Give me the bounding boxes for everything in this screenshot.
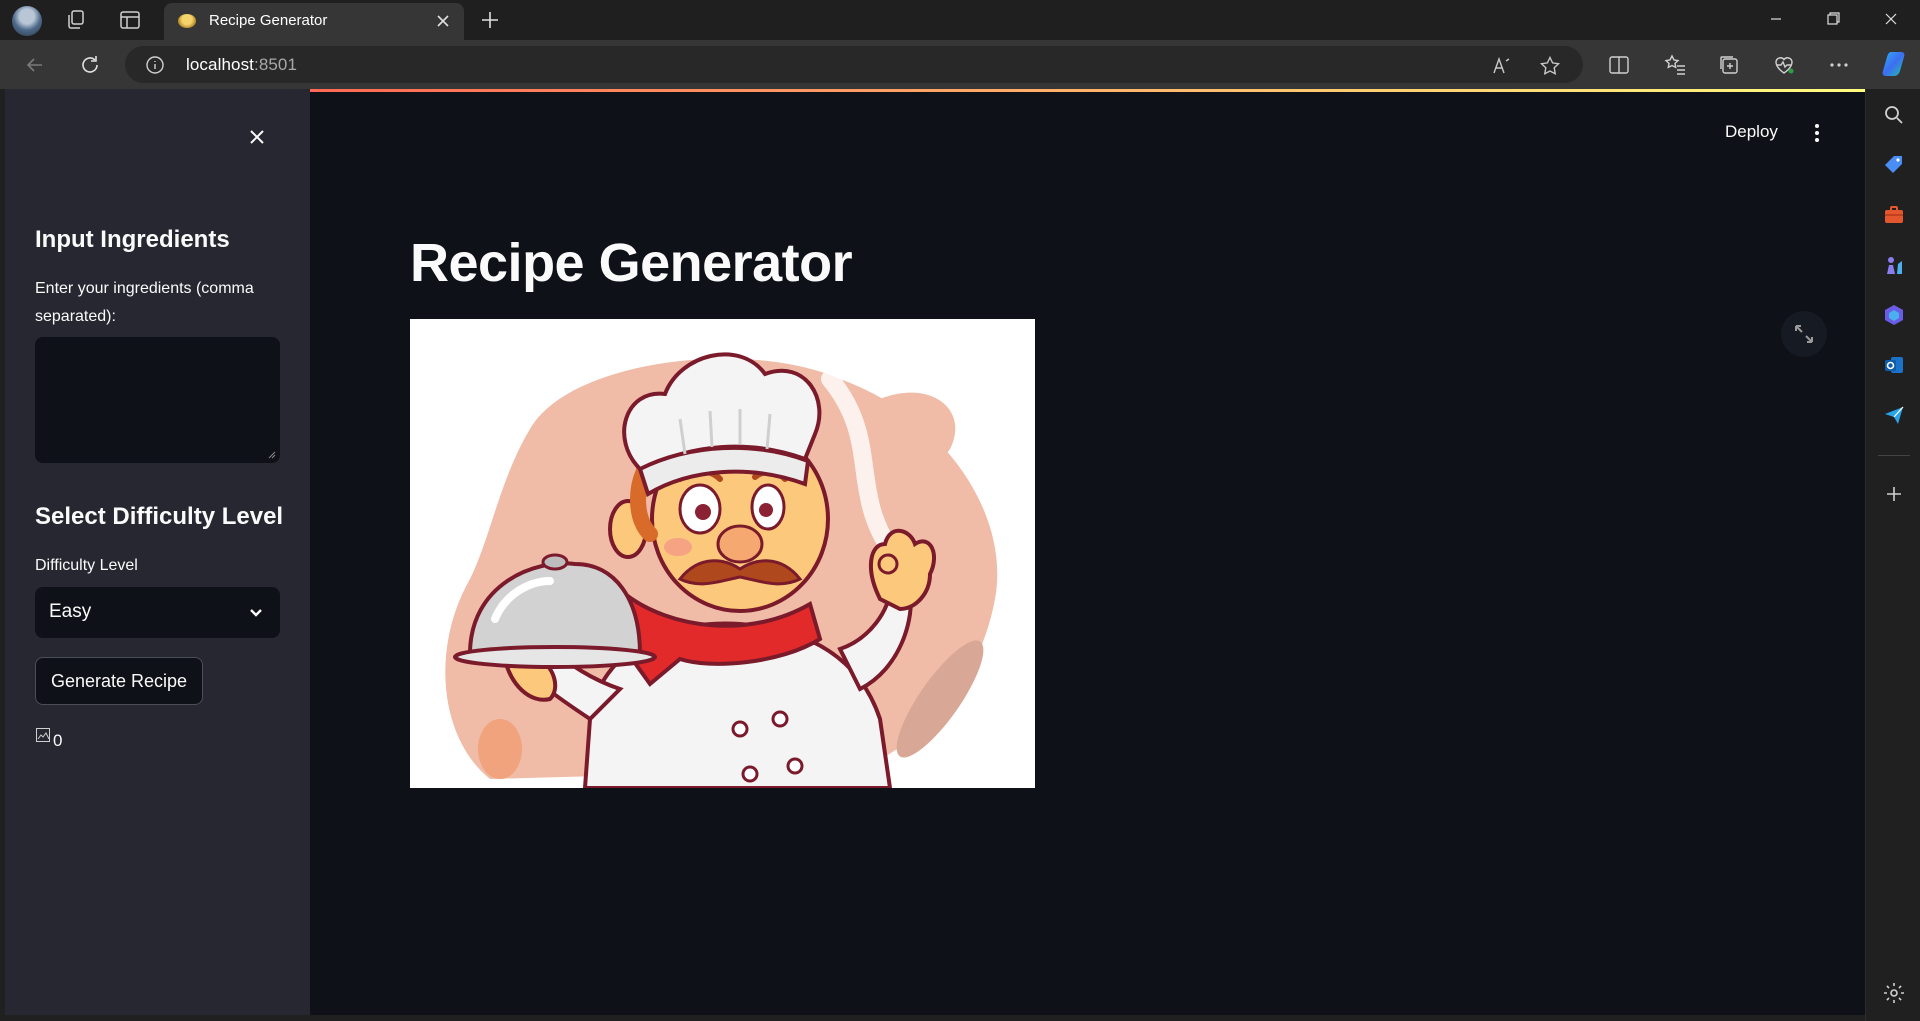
workspaces-icon[interactable] — [64, 8, 88, 32]
sidebar: Input Ingredients Enter your ingredients… — [5, 89, 310, 1015]
broken-image-icon — [36, 728, 50, 742]
main-menu-icon[interactable] — [1805, 121, 1829, 145]
search-icon[interactable] — [1882, 103, 1906, 127]
edge-sidebar — [1865, 89, 1920, 1021]
settings-gear-icon[interactable] — [1882, 981, 1906, 1005]
tab-actions-icon[interactable] — [118, 8, 142, 32]
site-info-icon[interactable] — [145, 55, 165, 75]
sidebar-divider — [1878, 455, 1910, 456]
shopping-tag-icon[interactable] — [1882, 153, 1906, 177]
read-aloud-icon[interactable] — [1491, 55, 1513, 77]
broken-image: 0 — [35, 727, 75, 753]
difficulty-selected-value: Easy — [49, 601, 92, 622]
refresh-icon[interactable] — [77, 52, 103, 78]
collections-icon[interactable] — [1716, 52, 1742, 78]
restore-icon[interactable] — [1818, 6, 1848, 32]
send-telegram-icon[interactable] — [1882, 403, 1906, 427]
close-tab-icon[interactable] — [434, 12, 452, 30]
split-screen-icon[interactable] — [1606, 52, 1632, 78]
ingredients-textarea[interactable] — [35, 337, 280, 463]
back-icon[interactable] — [22, 52, 48, 78]
games-chess-icon[interactable] — [1882, 253, 1906, 277]
chevron-down-icon — [250, 609, 262, 617]
favorites-icon[interactable] — [1662, 52, 1688, 78]
fullscreen-expand-icon — [1795, 325, 1813, 343]
tab-recipe-generator[interactable]: Recipe Generator — [164, 3, 464, 40]
minimize-icon[interactable] — [1761, 6, 1791, 32]
tools-briefcase-icon[interactable] — [1882, 203, 1906, 227]
generate-recipe-button[interactable]: Generate Recipe — [35, 657, 203, 705]
fullscreen-button[interactable] — [1781, 311, 1827, 357]
close-sidebar-icon[interactable] — [245, 125, 269, 149]
difficulty-select[interactable]: Easy — [35, 587, 280, 638]
new-tab-icon[interactable] — [478, 8, 502, 32]
outlook-icon[interactable] — [1882, 353, 1906, 377]
add-icon[interactable] — [1882, 482, 1906, 506]
profile-avatar[interactable] — [12, 6, 42, 36]
page-title: Recipe Generator — [410, 233, 853, 293]
streamlit-app: Input Ingredients Enter your ingredients… — [5, 89, 1865, 1015]
resize-handle-icon[interactable] — [268, 451, 276, 459]
difficulty-label: Difficulty Level — [35, 557, 138, 574]
difficulty-heading: Select Difficulty Level — [35, 503, 284, 530]
favorite-star-icon[interactable] — [1539, 55, 1561, 77]
url-text[interactable]: localhost:8501 — [186, 55, 297, 75]
browser-tab-strip: Recipe Generator — [0, 0, 1920, 40]
copilot-icon[interactable] — [1880, 48, 1912, 80]
ingredients-label: Enter your ingredients (comma separated)… — [35, 280, 254, 325]
more-options-icon[interactable] — [1826, 52, 1852, 78]
ingredients-heading: Input Ingredients — [35, 226, 230, 253]
copilot-app-icon[interactable] — [1882, 303, 1906, 327]
streamlit-favicon-icon — [178, 14, 196, 28]
browser-essentials-icon[interactable] — [1771, 52, 1797, 78]
broken-image-alt: 0 — [53, 731, 63, 750]
browser-toolbar: localhost:8501 — [0, 40, 1920, 89]
deploy-button[interactable]: Deploy — [1725, 122, 1778, 142]
chef-illustration-icon — [445, 352, 998, 788]
address-bar[interactable]: localhost:8501 — [125, 46, 1583, 83]
tab-title: Recipe Generator — [209, 12, 328, 29]
chef-illustration — [410, 319, 1035, 788]
close-window-icon[interactable] — [1876, 6, 1906, 32]
